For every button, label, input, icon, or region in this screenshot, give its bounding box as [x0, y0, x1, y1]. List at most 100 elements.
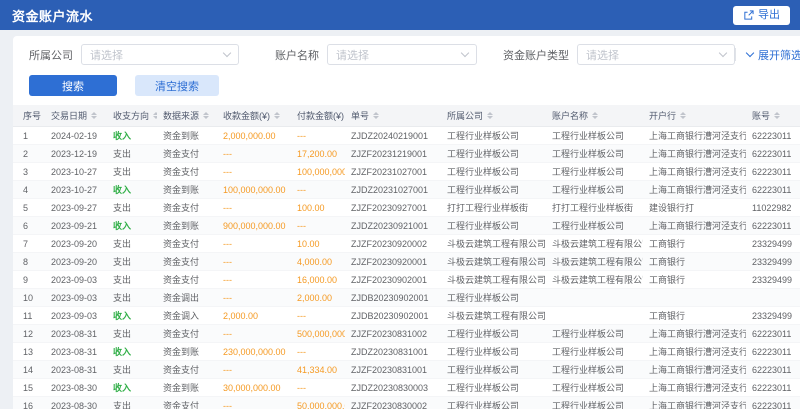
filter-group-account-type: 资金账户类型 请选择 — [503, 44, 735, 65]
chevron-down-icon — [719, 49, 727, 57]
cell-payment: 50,000,000.00 — [291, 397, 345, 409]
export-button[interactable]: 导出 — [733, 6, 790, 25]
cell-no: 15 — [13, 379, 45, 397]
sort-icon[interactable] — [774, 112, 780, 120]
search-button[interactable]: 搜索 — [29, 75, 117, 96]
cell-no: 1 — [13, 127, 45, 145]
cell-bank: 工商银行 — [643, 271, 746, 289]
export-icon — [743, 10, 754, 21]
column-header-date[interactable]: 交易日期 — [45, 105, 107, 127]
chevron-down-icon — [461, 49, 469, 57]
clear-search-button[interactable]: 清空搜索 — [135, 75, 219, 96]
column-header-company[interactable]: 所属公司 — [441, 105, 546, 127]
sort-icon[interactable] — [91, 112, 97, 120]
cell-payment: 100,000,000.00 — [291, 163, 345, 181]
cell-account_name: 工程行业样板公司 — [546, 343, 643, 361]
cell-date: 2023-08-31 — [45, 361, 107, 379]
cell-company: 斗极云建筑工程有限公司 — [441, 235, 546, 253]
cell-account_no: 23329499 — [746, 307, 800, 325]
table-row: 12024-02-19收入资金到账2,000,000.00---ZJDZ2024… — [13, 127, 800, 145]
company-select[interactable]: 请选择 — [81, 44, 239, 65]
column-label: 所属公司 — [447, 109, 483, 122]
column-header-bank[interactable]: 开户行 — [643, 105, 746, 127]
cell-no: 10 — [13, 289, 45, 307]
table-row: 72023-09-20支出资金支付---10.00ZJZF20230920002… — [13, 235, 800, 253]
column-header-source[interactable]: 数据来源 — [157, 105, 217, 127]
column-header-order_no[interactable]: 单号 — [345, 105, 441, 127]
cell-company: 工程行业样板公司 — [441, 181, 546, 199]
column-header-receipt[interactable]: 收款金额(¥) — [217, 105, 291, 127]
account-type-select-placeholder: 请选择 — [586, 47, 619, 63]
cell-bank: 工商银行 — [643, 307, 746, 325]
cell-payment: --- — [291, 181, 345, 199]
account-type-select[interactable]: 请选择 — [577, 44, 735, 65]
account-name-select[interactable]: 请选择 — [327, 44, 477, 65]
cell-account_no: 62223011 — [746, 127, 800, 145]
cell-company: 工程行业样板公司 — [441, 343, 546, 361]
cell-no: 8 — [13, 253, 45, 271]
cell-receipt: --- — [217, 253, 291, 271]
sort-icon[interactable] — [680, 112, 686, 120]
cell-company: 工程行业样板公司 — [441, 163, 546, 181]
cell-account_name: 斗极云建筑工程有限公司 — [546, 253, 643, 271]
cell-order_no: ZJDZ20240219001 — [345, 127, 441, 145]
column-header-account_name[interactable]: 账户名称 — [546, 105, 643, 127]
table-row: 112023-09-03收入资金调入2,000.00---ZJDB2023090… — [13, 307, 800, 325]
cell-payment: --- — [291, 343, 345, 361]
column-label: 收支方向 — [113, 109, 149, 122]
cell-account_no: 23329499 — [746, 271, 800, 289]
cell-payment: --- — [291, 127, 345, 145]
expand-filter-link[interactable]: 展开筛选 — [735, 47, 800, 63]
cell-direction: 支出 — [107, 289, 157, 307]
cell-receipt: --- — [217, 325, 291, 343]
sort-icon[interactable] — [274, 112, 280, 120]
cell-receipt: --- — [217, 145, 291, 163]
cell-order_no: ZJZF20230920002 — [345, 235, 441, 253]
table-row: 162023-08-30支出资金支付---50,000,000.00ZJZF20… — [13, 397, 800, 409]
cell-source: 资金到账 — [157, 379, 217, 397]
column-header-direction[interactable]: 收支方向 — [107, 105, 157, 127]
filter-bar: 所属公司 请选择 账户名称 请选择 资金账户类型 请选择 展开筛选 — [13, 36, 800, 65]
cell-date: 2023-09-20 — [45, 235, 107, 253]
cell-account_no: 62223011 — [746, 181, 800, 199]
cell-account_no — [746, 289, 800, 307]
table-row: 142023-08-31支出资金支付---41,334.00ZJZF202308… — [13, 361, 800, 379]
page-title: 资金账户流水 — [12, 6, 93, 25]
sort-icon[interactable] — [487, 112, 493, 120]
cell-bank: 上海工商银行漕河泾支行 — [643, 343, 746, 361]
cell-receipt: 2,000,000.00 — [217, 127, 291, 145]
filter-account-name-label: 账户名称 — [275, 47, 319, 63]
sort-icon[interactable] — [153, 112, 157, 120]
table-row: 102023-09-03支出资金调出---2,000.00ZJDB2023090… — [13, 289, 800, 307]
cell-date: 2023-09-21 — [45, 217, 107, 235]
filter-group-company: 所属公司 请选择 — [29, 44, 239, 65]
cell-no: 5 — [13, 199, 45, 217]
column-header-account_no[interactable]: 账号 — [746, 105, 800, 127]
cell-account_no: 62223011 — [746, 217, 800, 235]
cell-order_no: ZJDB20230902001 — [345, 289, 441, 307]
column-label: 收款金额(¥) — [223, 109, 270, 122]
action-buttons-row: 搜索 清空搜索 — [13, 65, 800, 102]
cell-direction: 支出 — [107, 163, 157, 181]
transactions-table: 序号交易日期收支方向数据来源收款金额(¥)付款金额(¥)单号所属公司账户名称开户… — [13, 105, 800, 409]
cell-account_name: 工程行业样板公司 — [546, 325, 643, 343]
cell-source: 资金支付 — [157, 361, 217, 379]
cell-date: 2023-09-27 — [45, 199, 107, 217]
sort-icon[interactable] — [203, 112, 209, 120]
account-name-select-placeholder: 请选择 — [336, 47, 369, 63]
cell-order_no: ZJDZ20230921001 — [345, 217, 441, 235]
cell-payment: 500,000,000.00 — [291, 325, 345, 343]
cell-order_no: ZJZF20230902001 — [345, 271, 441, 289]
cell-receipt: --- — [217, 289, 291, 307]
cell-company: 工程行业样板公司 — [441, 217, 546, 235]
cell-no: 13 — [13, 343, 45, 361]
cell-no: 3 — [13, 163, 45, 181]
sort-icon[interactable] — [373, 112, 379, 120]
cell-source: 资金支付 — [157, 325, 217, 343]
cell-bank: 上海工商银行漕河泾支行 — [643, 397, 746, 409]
cell-order_no: ZJDZ20230831001 — [345, 343, 441, 361]
column-header-payment[interactable]: 付款金额(¥) — [291, 105, 345, 127]
sort-icon[interactable] — [592, 112, 598, 120]
cell-account_name — [546, 289, 643, 307]
cell-order_no: ZJZF20230831002 — [345, 325, 441, 343]
